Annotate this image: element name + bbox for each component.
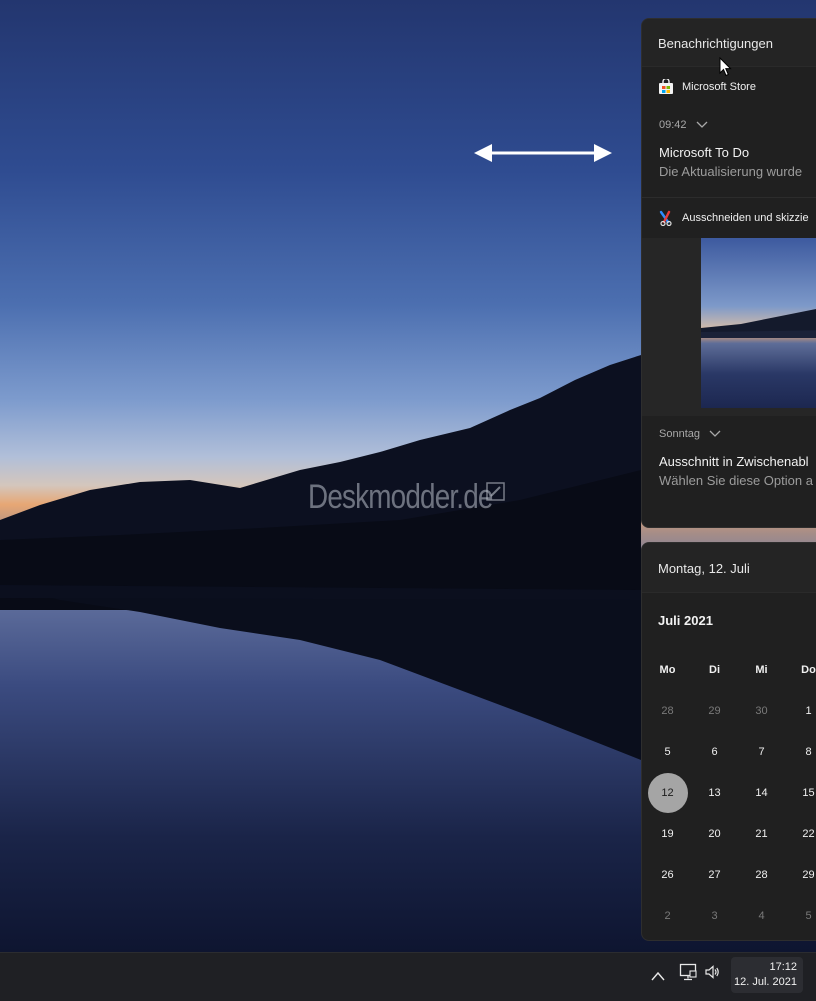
chevron-down-icon [696, 121, 708, 128]
calendar-month-title[interactable]: Juli 2021 [642, 593, 816, 649]
notification-time: 09:42 [659, 119, 687, 131]
snip-icon [659, 210, 672, 226]
calendar-day[interactable]: 15 [785, 772, 816, 813]
calendar-day[interactable]: 2 [644, 895, 691, 936]
notification-center: Benachrichtigungen Microsoft Store 09:42… [641, 18, 816, 528]
clock-time: 17:12 [769, 961, 797, 973]
calendar-day[interactable]: 3 [691, 895, 738, 936]
calendar-weekday: Do [801, 663, 816, 676]
calendar-day[interactable]: 4 [738, 895, 785, 936]
screenshot-thumbnail [701, 238, 816, 408]
calendar-day[interactable]: 22 [785, 813, 816, 854]
calendar-day[interactable]: 21 [738, 813, 785, 854]
calendar-day[interactable]: 1 [785, 690, 816, 731]
chevron-down-icon [709, 430, 721, 437]
calendar-flyout: Montag, 12. Juli Juli 2021 Mo Di Mi Do 28 29 3… [641, 542, 816, 941]
screenshot-preview-area[interactable] [642, 238, 816, 416]
calendar-weekday: Mo [659, 663, 676, 676]
notification-time-row[interactable]: 09:42 [642, 107, 816, 145]
calendar-day[interactable]: 14 [738, 772, 785, 813]
taskbar: 17:12 12. Jul. 2021 [0, 952, 816, 1001]
calendar-day[interactable]: 29 [691, 690, 738, 731]
calendar-day-today[interactable]: 12 [644, 772, 691, 813]
taskbar-clock[interactable]: 17:12 12. Jul. 2021 [731, 957, 803, 993]
calendar-day[interactable]: 26 [644, 854, 691, 895]
notification-time-row[interactable]: Sonntag [642, 416, 816, 454]
notification-app-name: Microsoft Store [682, 81, 756, 93]
calendar-day-label: 12 [647, 772, 688, 813]
calendar-day[interactable]: 8 [785, 731, 816, 772]
calendar-date-header[interactable]: Montag, 12. Juli [642, 543, 816, 593]
calendar-day[interactable]: 6 [691, 731, 738, 772]
resize-double-arrow-icon [474, 144, 612, 162]
watermark-text: Deskmodder.de [308, 478, 493, 516]
calendar-day[interactable]: 27 [691, 854, 738, 895]
mouse-cursor-icon [719, 57, 732, 77]
calendar-weekday: Di [709, 663, 720, 676]
calendar-weekday: Mi [755, 663, 768, 676]
notification-app-row-snip[interactable]: Ausschneiden und skizzie [642, 198, 816, 238]
notification-card-snip[interactable]: Ausschnitt in Zwischenabl Wählen Sie die… [642, 454, 816, 506]
notification-app-name: Ausschneiden und skizzie [682, 212, 809, 224]
calendar-day[interactable]: 28 [738, 854, 785, 895]
store-icon [659, 79, 673, 94]
calendar-day[interactable]: 13 [691, 772, 738, 813]
notification-title: Ausschnitt in Zwischenabl [659, 454, 809, 469]
calendar-grid: Mo Di Mi Do 28 29 30 1 5 6 7 8 12 13 14 15 19 20 21 22 26 27 2… [644, 649, 816, 936]
calendar-day[interactable]: 20 [691, 813, 738, 854]
notification-time: Sonntag [659, 428, 700, 440]
volume-icon[interactable] [704, 964, 720, 980]
calendar-day[interactable]: 28 [644, 690, 691, 731]
calendar-day[interactable]: 7 [738, 731, 785, 772]
notification-title: Microsoft To Do [659, 145, 750, 160]
calendar-day[interactable]: 30 [738, 690, 785, 731]
notification-body: Die Aktualisierung wurde [659, 164, 803, 179]
clock-date: 12. Jul. 2021 [734, 976, 797, 988]
notification-body: Wählen Sie diese Option a [659, 473, 813, 488]
watermark-edit-icon [486, 482, 505, 501]
calendar-day[interactable]: 5 [644, 731, 691, 772]
calendar-day[interactable]: 29 [785, 854, 816, 895]
calendar-day[interactable]: 5 [785, 895, 816, 936]
network-icon[interactable] [679, 963, 697, 981]
chevron-up-icon[interactable] [651, 971, 665, 981]
calendar-day[interactable]: 19 [644, 813, 691, 854]
notification-card-todo[interactable]: Microsoft To Do Die Aktualisierung wurde [642, 145, 816, 197]
